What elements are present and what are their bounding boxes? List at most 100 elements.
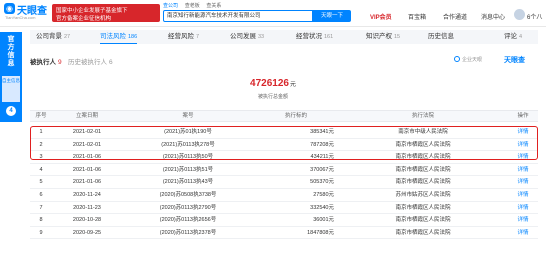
section-tabs: 公司背景 27 司法风险 186 经营风险 7 公司发展 33 经营状况 161 知识产权…	[30, 30, 538, 44]
cell-case-number: (2021)苏0113执51号	[162, 166, 214, 173]
table-row: 4 2021-01-06 (2021)苏0113执51号 370067元 南京市栖霞区人…	[30, 164, 538, 177]
cell-amount: 505370元	[310, 179, 334, 186]
official-info-badge[interactable]: 官方信息 自主信息 4	[0, 32, 22, 122]
subtab-history-executed[interactable]: 历史被执行人 6	[68, 56, 113, 66]
cell-case-number: (2021)苏0113执278号	[161, 141, 215, 148]
table-row: 7 2020-11-23 (2020)苏0113执2790号 332540元 南京市栖霞…	[30, 202, 538, 215]
th-date: 立案日期	[75, 113, 98, 119]
top-header: ◉ 天眼查 TianYanCha.com 国家中小企业发展子基金旗下 官方备案企…	[0, 0, 546, 27]
cell-date: 2021-02-01	[72, 129, 102, 135]
nav-messages[interactable]: 消息中心	[481, 12, 505, 21]
search-tab-boss[interactable]: 查老板	[185, 2, 200, 9]
site-logo[interactable]: ◉ 天眼查 TianYanCha.com	[4, 3, 50, 23]
tab-judicial-risk[interactable]: 司法风险 186	[100, 30, 138, 44]
cell-amount: 1847808元	[307, 229, 334, 236]
cell-date: 2020-09-25	[72, 229, 102, 236]
cell-amount: 370067元	[310, 166, 334, 173]
promo-line-1: 国家中小企业发展子基金旗下	[56, 8, 128, 14]
cell-amount: 385341元	[310, 129, 334, 135]
cell-amount: 787208元	[310, 141, 334, 148]
cell-index: 7	[39, 204, 43, 211]
cell-case-number: (2021)苏01执190号	[164, 129, 212, 135]
cell-index: 2	[39, 141, 43, 148]
cell-index: 1	[39, 129, 43, 135]
cell-date: 2020-11-24	[73, 192, 101, 198]
cell-court: 南京市栖霞区人民法院	[395, 204, 451, 211]
cell-date: 2021-01-06	[72, 166, 102, 173]
table-row: 5 2021-01-06 (2021)苏0113执43号 505370元 南京市栖霞区人…	[30, 176, 538, 189]
tab-company-development[interactable]: 公司发展 33	[230, 30, 264, 44]
cell-case-number: (2020)苏0113执2378号	[159, 229, 217, 236]
table-row: 2 2021-02-01 (2021)苏0113执278号 787208元 南京市栖霞区…	[30, 139, 538, 152]
cell-index: 3	[39, 154, 43, 161]
cell-index: 6	[39, 192, 43, 198]
cell-court: 苏州市姑苏区人民法院	[395, 192, 451, 198]
subtab-executed-person[interactable]: 被执行人 9	[30, 56, 62, 66]
cell-court: 南京市栖霞区人民法院	[395, 229, 451, 236]
table-header: 序号 立案日期 案号 执行标的 执行法院 操作	[30, 110, 538, 122]
self-info-count: 4	[6, 106, 16, 116]
search-tab-relation[interactable]: 查关系	[206, 2, 221, 9]
detail-link[interactable]: 详情	[508, 189, 538, 201]
table-row: 9 2020-09-25 (2020)苏0113执2378号 1847808元 南京市栖…	[30, 227, 538, 240]
official-info-label: 官方信息	[7, 36, 15, 67]
tab-company-background[interactable]: 公司背景 27	[36, 30, 70, 44]
cell-court: 南京市栖霞区人民法院	[395, 179, 451, 186]
avatar[interactable]	[514, 9, 525, 20]
table-row: 8 2020-10-28 (2020)苏0113执2656号 36001元 南京市栖霞区…	[30, 214, 538, 227]
search-input[interactable]: 南京知行新能源汽车技术开发有限公司	[163, 10, 313, 22]
nav-user[interactable]: 6个八	[527, 12, 542, 21]
tab-operation-risk[interactable]: 经营风险 7	[168, 30, 199, 44]
search-button[interactable]: 天眼一下	[313, 10, 351, 22]
detail-link[interactable]: 详情	[508, 151, 538, 163]
detail-link[interactable]: 详情	[508, 202, 538, 214]
th-operation: 操作	[517, 113, 529, 119]
cell-case-number: (2021)苏0113执43号	[162, 179, 214, 186]
nav-business[interactable]: 百宝箱	[408, 12, 426, 21]
cell-case-number: (2020)苏0113执2656号	[159, 217, 217, 224]
cell-index: 4	[39, 166, 43, 173]
detail-link[interactable]: 详情	[508, 126, 538, 138]
cell-index: 8	[39, 217, 43, 224]
cell-date: 2020-11-23	[73, 204, 101, 211]
cell-court: 南京市栖霞区人民法院	[395, 154, 451, 161]
tab-comments[interactable]: 评论 4	[504, 30, 522, 44]
detail-link[interactable]: 详情	[508, 176, 538, 188]
promo-line-2: 官方备案企业征信机构	[56, 16, 112, 22]
tab-business-status[interactable]: 经营状况 161	[296, 30, 333, 44]
cell-index: 9	[39, 229, 43, 236]
promo-banner: 国家中小企业发展子基金旗下 官方备案企业征信机构	[52, 4, 160, 22]
search-type-tabs: 查公司 查老板 查关系	[163, 2, 226, 9]
detail-link[interactable]: 详情	[508, 227, 538, 239]
detail-link[interactable]: 详情	[508, 214, 538, 226]
logo-domain: TianYanCha.com	[5, 15, 36, 20]
eye-logo-icon: ◉	[4, 3, 15, 14]
cell-index: 5	[39, 179, 43, 186]
detail-link[interactable]: 详情	[508, 139, 538, 151]
total-amount: 4726126元	[250, 78, 296, 89]
bell-icon	[454, 56, 460, 62]
cell-date: 2021-01-06	[72, 179, 102, 186]
th-index: 序号	[35, 113, 47, 119]
th-amount: 执行标的	[284, 113, 307, 119]
total-amount-label: 被执行总金额	[257, 94, 288, 100]
nav-cooperation[interactable]: 合作通道	[443, 12, 467, 21]
cell-case-number: (2020)苏0508执3738号	[159, 192, 217, 198]
tab-intellectual-property[interactable]: 知识产权 15	[366, 30, 400, 44]
search-tab-company[interactable]: 查公司	[163, 2, 178, 9]
watermark-logo: 天眼查	[504, 57, 525, 64]
cell-court: 南京市中级人民法院	[398, 129, 448, 135]
cell-amount: 36001元	[313, 217, 334, 224]
cell-case-number: (2021)苏0113执50号	[162, 154, 214, 161]
nav-vip[interactable]: VIP会员	[370, 12, 392, 21]
table-row: 3 2021-01-06 (2021)苏0113执50号 434211元 南京市栖霞区人…	[30, 151, 538, 164]
detail-link[interactable]: 详情	[508, 164, 538, 176]
table-row: 6 2020-11-24 (2020)苏0508执3738号 27580元 苏州市姑苏区…	[30, 189, 538, 202]
cell-date: 2020-10-28	[72, 217, 102, 224]
cell-court: 南京市栖霞区人民法院	[395, 141, 451, 148]
cell-court: 南京市栖霞区人民法院	[395, 217, 451, 224]
cell-date: 2021-02-01	[72, 141, 102, 148]
tab-history[interactable]: 历史信息	[428, 30, 456, 44]
follow-button[interactable]: 企业天眼	[454, 56, 482, 63]
cell-court: 南京市栖霞区人民法院	[395, 166, 451, 173]
